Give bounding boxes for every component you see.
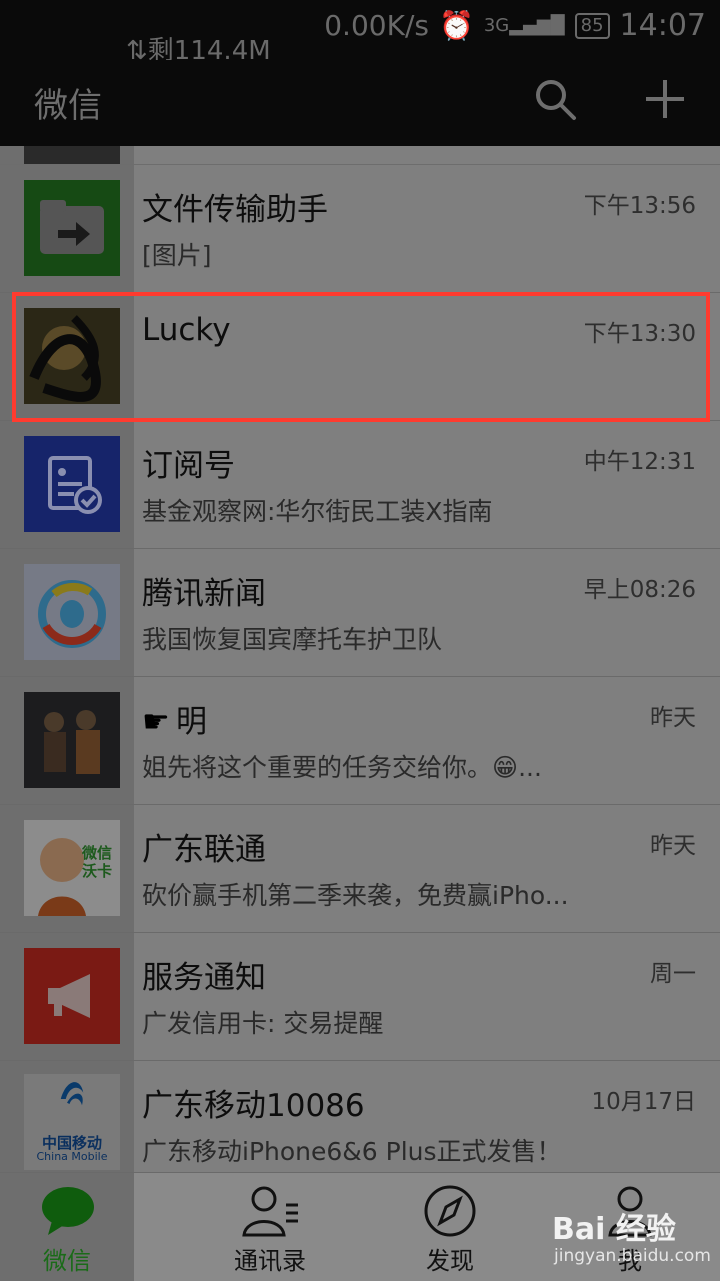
battery-icon: 85: [574, 12, 610, 39]
baidu-jingyan-watermark: Bai 经验 jingyan.baidu.com: [552, 1194, 720, 1278]
chat-name: 腾讯新闻: [142, 576, 266, 612]
chat-item-service-notice[interactable]: 服务通知 周一 广发信用卡: 交易提醒: [0, 932, 720, 1061]
chat-time: 中午12:31: [583, 449, 696, 475]
chat-item-guangdong-unicom[interactable]: 微信 沃卡 广东联通 昨天 砍价赢手机第二季来袭，免费赢iPho...: [0, 804, 720, 933]
chat-bubble-icon: [42, 1187, 94, 1235]
tab-contacts[interactable]: 通讯录: [180, 1173, 360, 1281]
chat-preview: [图片]: [142, 241, 212, 270]
chat-time: 下午13:56: [583, 193, 696, 219]
alarm-icon: ⏰: [438, 9, 474, 42]
chat-name: 订阅号: [142, 448, 235, 484]
chat-time: 昨天: [650, 833, 696, 859]
contacts-icon: [242, 1186, 298, 1237]
watermark-brand: Bai 经验: [552, 1212, 676, 1247]
chat-item-guangdong-mobile[interactable]: 中国移动 China Mobile 广东移动10086 10月17日 广东移动i…: [0, 1060, 720, 1172]
chat-time: 昨天: [650, 705, 696, 731]
chat-item-file-transfer[interactable]: 文件传输助手 下午13:56 [图片]: [0, 164, 720, 293]
avatar-label: 微信 沃卡: [82, 844, 113, 880]
chat-preview: 广东移动iPhone6&6 Plus正式发售！: [142, 1137, 562, 1166]
search-icon[interactable]: [532, 76, 578, 122]
scribble-mark: ☛: [142, 704, 170, 740]
highlight-box: [12, 292, 710, 422]
chat-name: 广东移动10086: [142, 1088, 365, 1124]
avatar: 中国移动 China Mobile: [24, 1074, 120, 1170]
chat-preview: 砍价赢手机第二季来袭，免费赢iPho...: [142, 881, 569, 910]
tab-chats[interactable]: 微信: [0, 1173, 134, 1281]
tab-label: 微信: [43, 1247, 91, 1275]
status-bar: ⇅剩114.4M 0.00K/s ⏰ 3G▂▄▆█ 85 14:07: [0, 0, 720, 66]
network-speed: 0.00K/s: [324, 9, 429, 42]
avatar: [24, 564, 120, 660]
chat-preview: 基金观察网:华尔街民工装X指南: [142, 497, 493, 526]
watermark-url: jingyan.baidu.com: [554, 1246, 711, 1266]
avatar: [24, 436, 120, 532]
subscription-icon: [48, 456, 102, 514]
chat-time: 周一: [650, 961, 696, 987]
folder-icon: [40, 200, 104, 254]
avatar: [24, 146, 120, 164]
chat-time: 早上08:26: [583, 577, 696, 603]
avatar-photo: [24, 692, 120, 788]
signal-icon: 3G▂▄▆█: [483, 15, 565, 36]
chat-preview: 我国恢复国宾摩托车护卫队: [142, 625, 443, 654]
app-title: 微信: [34, 86, 102, 126]
partial-list-item[interactable]: [0, 146, 720, 165]
action-bar: 微信: [0, 60, 720, 146]
avatar-label: China Mobile: [36, 1150, 108, 1163]
clock: 14:07: [619, 8, 706, 43]
tab-label: 通讯录: [234, 1247, 306, 1275]
tencent-news-icon: [38, 580, 106, 648]
china-mobile-logo: [60, 1082, 84, 1106]
chat-name: 服务通知: [142, 960, 266, 996]
megaphone-icon: [48, 974, 90, 1018]
chat-time: 10月17日: [591, 1089, 696, 1115]
avatar: [24, 180, 120, 276]
chat-preview: 广发信用卡: 交易提醒: [142, 1009, 384, 1038]
compass-icon: [424, 1185, 476, 1237]
avatar: [24, 948, 120, 1044]
tab-label: 发现: [426, 1247, 474, 1275]
chat-name: 广东联通: [142, 832, 266, 868]
chat-preview: 姐先将这个重要的任务交给你。😁...: [142, 753, 542, 782]
chat-name: 文件传输助手: [142, 192, 328, 228]
chat-item-tencent-news[interactable]: 腾讯新闻 早上08:26 我国恢复国宾摩托车护卫队: [0, 548, 720, 677]
chat-item-subscriptions[interactable]: 订阅号 中午12:31 基金观察网:华尔街民工装X指南: [0, 420, 720, 549]
avatar: 微信 沃卡: [24, 820, 120, 916]
plus-icon[interactable]: [642, 76, 688, 122]
avatar: [24, 692, 120, 788]
tab-discover[interactable]: 发现: [360, 1173, 540, 1281]
chat-item-ming[interactable]: ☛ 明 昨天 姐先将这个重要的任务交给你。😁...: [0, 676, 720, 805]
chat-name: ☛ 明: [142, 704, 207, 740]
status-right: 0.00K/s ⏰ 3G▂▄▆█ 85 14:07: [324, 8, 706, 43]
